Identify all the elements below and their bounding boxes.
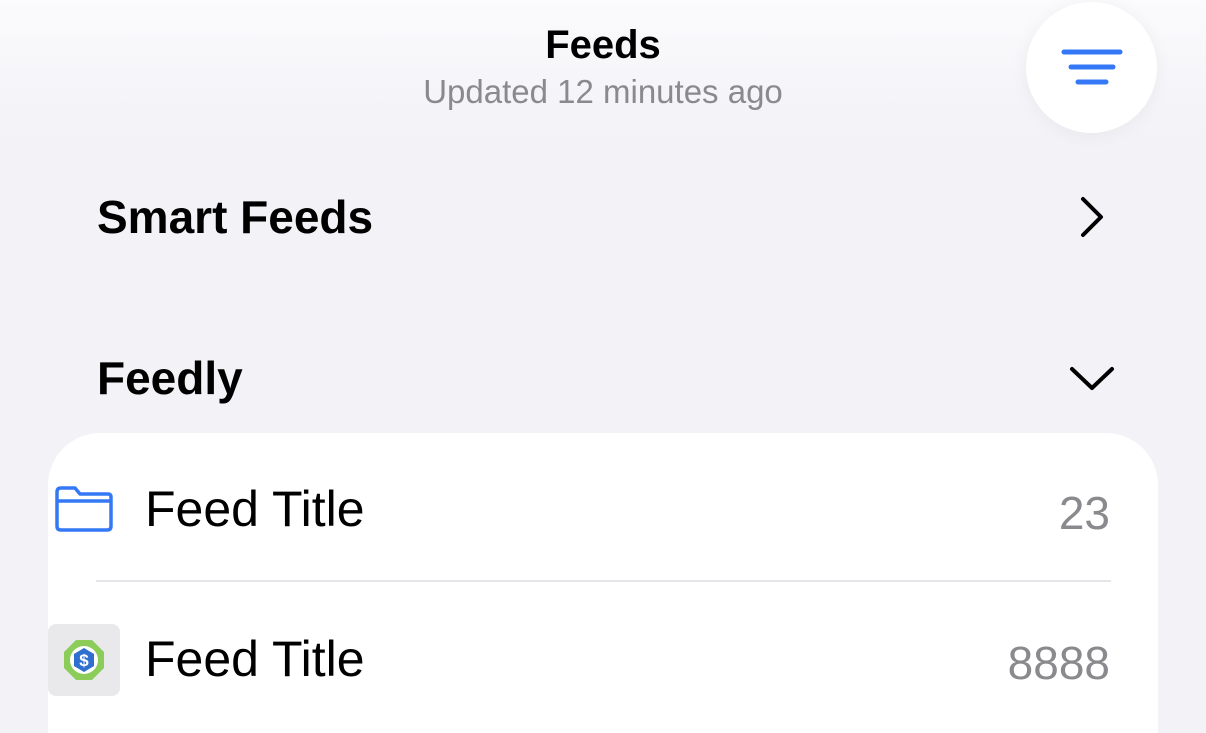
feed-title: Feed Title	[145, 481, 365, 537]
svg-text:$: $	[79, 651, 89, 670]
feed-row[interactable]: Feed Title 23	[48, 433, 1158, 583]
menu-lines-icon	[1061, 49, 1122, 84]
unread-count: 23	[1058, 487, 1110, 539]
favicon-icon: $	[48, 624, 120, 696]
navigation-header: Feeds Updated 12 minutes ago	[0, 0, 1206, 140]
unread-count: 8888	[1007, 637, 1110, 689]
section-feedly[interactable]: Feedly	[97, 348, 1117, 408]
feed-row[interactable]: $ Feed Title 8888	[48, 583, 1158, 733]
divider	[96, 580, 1111, 582]
section-label: Smart Feeds	[97, 191, 374, 243]
page-title: Feeds	[545, 23, 661, 67]
menu-button[interactable]	[1026, 2, 1157, 133]
chevron-down-icon	[1067, 348, 1117, 408]
section-smart-feeds[interactable]: Smart Feeds	[97, 187, 1117, 247]
section-label: Feedly	[97, 352, 243, 404]
feed-title: Feed Title	[145, 631, 365, 687]
chevron-right-icon	[1067, 187, 1117, 247]
folder-icon	[48, 473, 120, 545]
feed-list: Feed Title 23 $ Feed Title 8888	[48, 433, 1158, 733]
update-status: Updated 12 minutes ago	[423, 73, 783, 110]
